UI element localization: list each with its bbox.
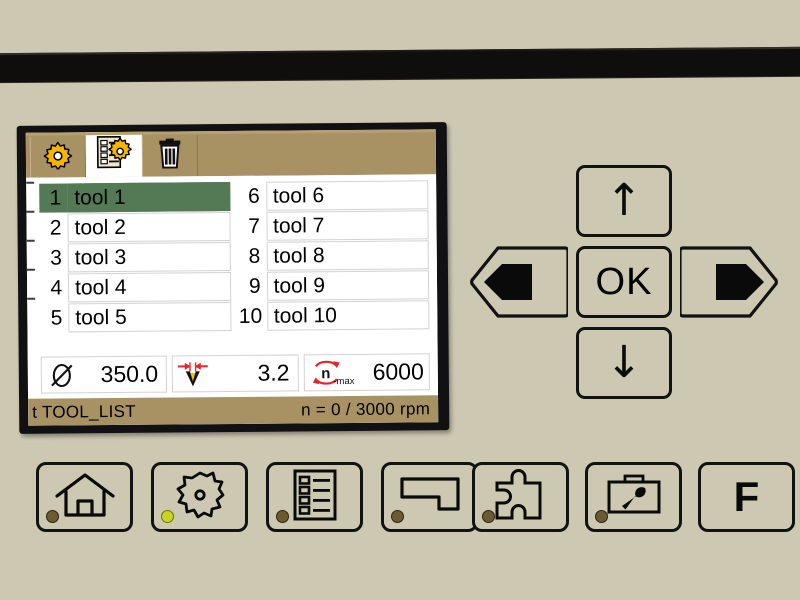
- tool-number: 3: [50, 246, 62, 270]
- tool-number: 7: [248, 214, 261, 238]
- svg-text:n: n: [321, 365, 330, 382]
- puzzle-icon: [492, 468, 550, 526]
- tool-number: 1: [39, 183, 68, 213]
- table-row[interactable]: 9 tool 9: [238, 270, 430, 301]
- function-button-group-left: [36, 462, 478, 532]
- status-mode-label: t TOOL_LIST: [32, 401, 137, 422]
- tool-column-right: 6 tool 6 7 tool 7 8 tool 8 9 tool 9 10 t…: [238, 180, 430, 332]
- nav-left-button[interactable]: [470, 246, 568, 318]
- tool-number: 10: [238, 304, 263, 328]
- cnc-screen: 1 tool 1 2 tool 2 3 tool 3 4 tool 4 5 to…: [25, 129, 439, 426]
- table-row[interactable]: 5 tool 5: [40, 302, 231, 333]
- trash-icon: [157, 138, 183, 173]
- led-indicator: [482, 510, 495, 523]
- n-max-icon: n -max: [304, 355, 356, 390]
- cnc-screen-bezel: 1 tool 1 2 tool 2 3 tool 3 4 tool 4 5 to…: [16, 122, 450, 434]
- nav-right-button[interactable]: [680, 246, 778, 318]
- tab-tool-list[interactable]: [85, 131, 143, 178]
- f-button[interactable]: F: [698, 462, 795, 532]
- table-row[interactable]: 4 tool 4: [40, 272, 231, 303]
- table-row[interactable]: 7 tool 7: [238, 210, 429, 241]
- led-indicator: [276, 510, 289, 523]
- toolbox-button[interactable]: [585, 462, 682, 532]
- tab-delete[interactable]: [141, 135, 199, 177]
- row-tick-marks: [26, 181, 36, 332]
- tool-number: 8: [248, 244, 261, 268]
- machine-top-rail: [0, 46, 800, 83]
- width-value: 3.2: [257, 359, 290, 386]
- tool-number: 2: [49, 216, 62, 240]
- rail-highlight: [0, 46, 800, 56]
- tool-number: 9: [248, 274, 261, 298]
- diameter-icon: [42, 357, 82, 392]
- house-icon: [54, 472, 116, 523]
- puzzle-button[interactable]: [472, 462, 569, 532]
- tool-list-area: 1 tool 1 2 tool 2 3 tool 3 4 tool 4 5 to…: [26, 174, 438, 353]
- navigation-keypad: ↑ OK ↓: [468, 163, 790, 401]
- diameter-value: 350.0: [100, 360, 159, 388]
- parameter-width[interactable]: 3.2: [172, 354, 299, 393]
- table-row[interactable]: 3 tool 3: [40, 242, 231, 273]
- workpiece-icon: [399, 473, 461, 522]
- tool-parameter-strip: 350.0 3.2 n -max 6000: [27, 349, 439, 399]
- led-indicator: [161, 510, 174, 523]
- tab-bar: [25, 129, 437, 178]
- tool-list-icon: [96, 135, 132, 174]
- toolbox-icon: [604, 473, 664, 522]
- tool-name[interactable]: tool 6: [265, 180, 429, 211]
- nav-up-button[interactable]: ↑: [576, 165, 672, 237]
- tool-name[interactable]: tool 7: [265, 210, 429, 241]
- tool-number: 6: [248, 184, 260, 208]
- arrow-right-icon: [680, 246, 778, 318]
- nav-down-button[interactable]: ↓: [576, 327, 672, 399]
- led-indicator: [46, 510, 59, 523]
- led-indicator: [391, 510, 404, 523]
- list-icon: [293, 469, 337, 526]
- speed-max-value: 6000: [372, 358, 424, 385]
- status-spindle-speed: n = 0 / 3000 rpm: [300, 398, 431, 419]
- list-button[interactable]: [266, 462, 363, 532]
- table-row[interactable]: 8 tool 8: [238, 240, 429, 271]
- workpiece-button[interactable]: [381, 462, 478, 532]
- parameter-speed-max[interactable]: n -max 6000: [303, 353, 430, 392]
- saw-blade-icon: [174, 469, 226, 526]
- ok-button[interactable]: OK: [576, 246, 672, 318]
- tool-name[interactable]: tool 4: [67, 272, 231, 303]
- ok-label: OK: [595, 260, 653, 303]
- tool-width-icon: [173, 356, 213, 391]
- arrow-left-icon: [470, 246, 568, 318]
- tool-number: 5: [50, 306, 63, 330]
- tool-number: 4: [50, 276, 63, 300]
- tool-name[interactable]: tool 8: [266, 240, 429, 271]
- tool-list-columns: 1 tool 1 2 tool 2 3 tool 3 4 tool 4 5 to…: [30, 180, 430, 334]
- tool-column-left: 1 tool 1 2 tool 2 3 tool 3 4 tool 4 5 to…: [39, 182, 231, 334]
- tool-name[interactable]: tool 5: [68, 302, 231, 333]
- tool-name[interactable]: tool 1: [67, 182, 230, 213]
- tool-name[interactable]: tool 10: [266, 300, 430, 331]
- home-button[interactable]: [36, 462, 133, 532]
- tool-name[interactable]: tool 9: [266, 270, 430, 301]
- tab-settings[interactable]: [29, 136, 87, 178]
- tool-name[interactable]: tool 2: [67, 212, 231, 243]
- gear-icon: [43, 139, 73, 174]
- table-row[interactable]: 10 tool 10: [239, 300, 430, 331]
- saw-blade-button[interactable]: [151, 462, 248, 532]
- status-bar: t TOOL_LIST n = 0 / 3000 rpm: [28, 395, 439, 426]
- table-row[interactable]: 6 tool 6: [238, 180, 429, 211]
- table-row[interactable]: 2 tool 2: [39, 212, 231, 243]
- tool-name[interactable]: tool 3: [67, 242, 231, 273]
- arrow-down-icon: ↓: [605, 337, 643, 388]
- arrow-up-icon: ↑: [605, 175, 643, 226]
- table-row[interactable]: 1 tool 1: [39, 182, 230, 213]
- function-button-group-right: F: [472, 462, 795, 532]
- svg-text:-max: -max: [333, 375, 354, 386]
- f-button-label: F: [733, 473, 760, 520]
- parameter-diameter[interactable]: 350.0: [40, 355, 168, 394]
- led-indicator: [595, 510, 608, 523]
